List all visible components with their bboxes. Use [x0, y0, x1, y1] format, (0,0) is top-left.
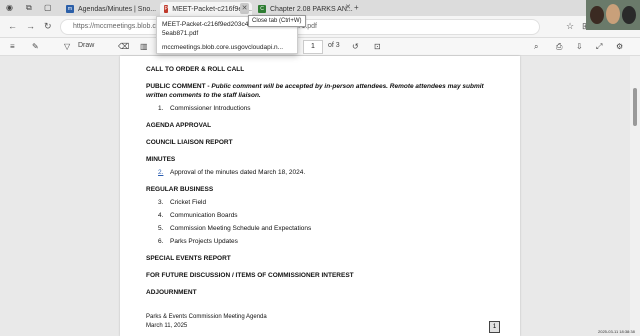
tab-agendas[interactable]: m Agendas/Minutes | Sno...: [62, 2, 158, 16]
pdf-icon: P: [164, 5, 169, 13]
new-tab-icon[interactable]: +: [354, 3, 359, 12]
pdf-viewer: CALL TO ORDER & ROLL CALL PUBLIC COMMENT…: [0, 56, 640, 336]
tab-chapter[interactable]: C Chapter 2.08 PARKS AN... ✕: [254, 2, 354, 16]
item-number: 5.: [158, 225, 164, 232]
public-comment-heading: PUBLIC COMMENT -: [146, 83, 212, 90]
section-council-liaison: COUNCIL LIAISON REPORT: [146, 139, 233, 146]
close-tab-icon[interactable]: ✕: [240, 3, 249, 14]
recording-timestamp: 2025-03-11 18:38:38: [598, 329, 635, 334]
print-icon[interactable]: ⎙: [556, 42, 562, 52]
favorite-icon[interactable]: ☆: [566, 21, 574, 32]
section-future-discussion: FOR FUTURE DISCUSSION / ITEMS OF COMMISS…: [146, 272, 354, 279]
profile-icon[interactable]: ◉: [6, 3, 13, 12]
close-tab-tooltip: Close tab (Ctrl+W): [248, 15, 306, 27]
forward-icon[interactable]: →: [26, 21, 35, 31]
save-icon[interactable]: ⇩: [576, 42, 583, 51]
item-number: 6.: [158, 238, 164, 245]
person-icon: [590, 6, 604, 24]
draw-button[interactable]: Draw: [78, 42, 94, 49]
section-adjournment: ADJOURNMENT: [146, 289, 197, 296]
video-call-thumbnail[interactable]: [586, 0, 640, 30]
public-comment-text-2: written comments to the staff liaison.: [146, 92, 261, 99]
public-comment: PUBLIC COMMENT - Public comment will be …: [146, 83, 484, 90]
section-special-events: SPECIAL EVENTS REPORT: [146, 255, 231, 262]
tab-meet-packet[interactable]: P MEET-Packet-c216f9ed... ✕: [160, 2, 252, 16]
person-icon: [606, 4, 620, 24]
rotate-icon[interactable]: ↺: [352, 42, 359, 51]
list-item: 5. Commission Meeting Schedule and Expect…: [158, 225, 311, 232]
list-item: 4. Communication Boards: [158, 212, 238, 219]
scrollbar-thumb[interactable]: [633, 88, 637, 126]
item-number: 3.: [158, 199, 164, 206]
section-minutes: MINUTES: [146, 156, 176, 163]
mcc-icon: m: [66, 5, 74, 13]
tab-actions-icon[interactable]: ▢: [44, 3, 52, 12]
search-icon[interactable]: ⌕: [534, 42, 538, 52]
item-text: Cricket Field: [170, 199, 207, 206]
list-item: 6. Parks Projects Updates: [158, 238, 238, 245]
public-comment-text: Public comment will be accepted by in-pe…: [211, 83, 484, 90]
draw-icon[interactable]: ▽: [64, 42, 70, 51]
minutes-link[interactable]: 2.: [158, 169, 170, 176]
item-text: Commissioner Introductions: [170, 105, 251, 112]
settings-icon[interactable]: ⚙: [616, 42, 623, 51]
fullscreen-icon[interactable]: ⤢: [596, 42, 602, 52]
item-text: Communication Boards: [170, 212, 238, 219]
list-item: 2. Approval of the minutes dated March 18…: [158, 169, 305, 176]
item-number: 4.: [158, 212, 164, 219]
footer-date: March 11, 2025: [146, 323, 188, 329]
code-icon: C: [258, 5, 266, 13]
list-item: 1. Commissioner Introductions: [158, 105, 251, 112]
pdf-toolbar: ≡ ✎ ▽ Draw ⌫ ▥ 1 of 3 ↺ ⊡ ⌕ ⎙ ⇩ ⤢ ⚙: [0, 38, 640, 56]
item-text: Commission Meeting Schedule and Expectat…: [170, 225, 312, 232]
section-call-to-order: CALL TO ORDER & ROLL CALL: [146, 66, 245, 73]
fit-page-icon[interactable]: ⊡: [374, 42, 381, 51]
contents-icon[interactable]: ≡: [10, 42, 15, 51]
refresh-icon[interactable]: ↻: [44, 21, 52, 32]
page-number-box: 1: [489, 321, 500, 333]
tab-label: Agendas/Minutes | Sno...: [78, 5, 157, 13]
back-icon[interactable]: ←: [8, 21, 17, 31]
hover-card-host: mccmeetings.blob.core.usgovcloudapi.n...: [162, 44, 284, 51]
erase-icon[interactable]: ⌫: [118, 42, 129, 51]
highlight-icon[interactable]: ✎: [32, 42, 39, 51]
page-view-icon[interactable]: ▥: [140, 42, 148, 51]
item-text: Parks Projects Updates: [170, 238, 238, 245]
collections-icon[interactable]: ⧉: [26, 3, 32, 13]
tab-bar: ◉ ⧉ ▢ m Agendas/Minutes | Sno... P MEET-…: [0, 0, 640, 16]
person-icon: [622, 6, 636, 24]
page-number-input[interactable]: 1: [303, 40, 323, 54]
section-agenda-approval: AGENDA APPROVAL: [146, 122, 212, 129]
footer-title: Parks & Events Commission Meeting Agenda: [146, 314, 267, 320]
list-item: 3. Cricket Field: [158, 199, 206, 206]
section-regular-business: REGULAR BUSINESS: [146, 186, 214, 193]
pdf-page: CALL TO ORDER & ROLL CALL PUBLIC COMMENT…: [120, 56, 520, 336]
item-text: Approval of the minutes dated March 18, …: [170, 169, 306, 176]
close-tab-icon[interactable]: ✕: [345, 3, 351, 11]
address-bar: ← → ↻ https://mccmeetings.blob.c...Packe…: [0, 16, 640, 38]
tab-label: Chapter 2.08 PARKS AN...: [270, 5, 353, 13]
page-total: of 3: [328, 42, 340, 49]
scrollbar[interactable]: [630, 56, 640, 336]
item-number: 1.: [158, 105, 164, 112]
